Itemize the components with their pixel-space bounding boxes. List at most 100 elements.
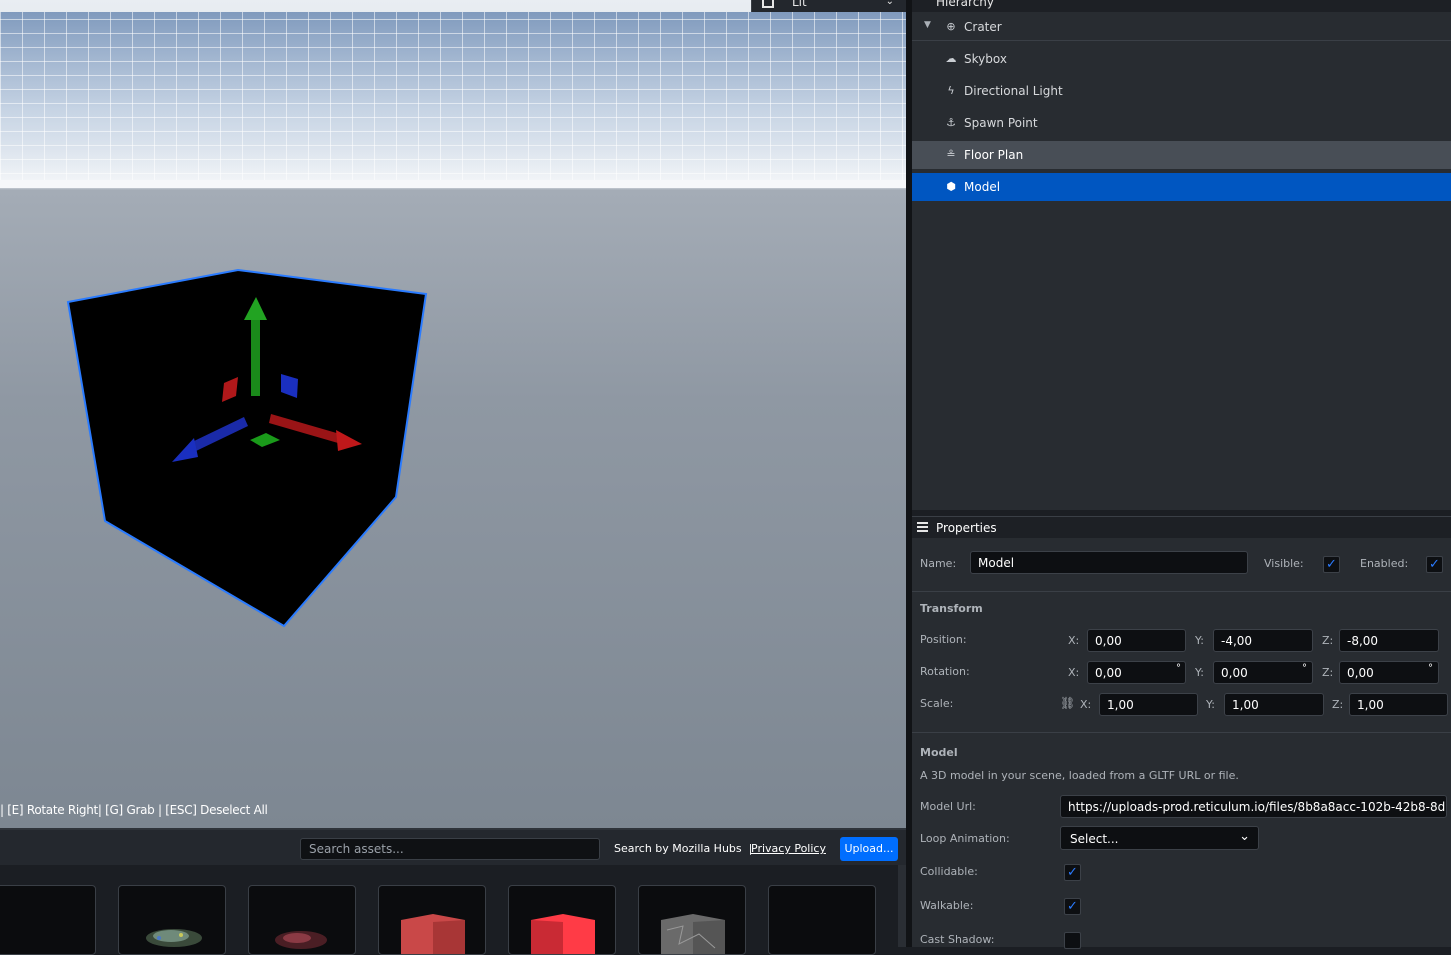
asset-thumbnail — [401, 914, 465, 954]
degree-symbol: ° — [1302, 663, 1307, 674]
hierarchy-item-label: Directional Light — [964, 84, 1063, 98]
model-url-input[interactable]: https://uploads-prod.reticulum.io/files/… — [1060, 795, 1447, 818]
hierarchy-item-label: Model — [964, 180, 1001, 194]
selected-cube[interactable] — [66, 268, 428, 628]
hierarchy-header: Hierarchy — [912, 0, 1451, 12]
asset-tile[interactable] — [378, 885, 486, 955]
rotation-x-input[interactable]: 0,00 — [1087, 661, 1186, 684]
axis-x-label: X: — [1068, 634, 1080, 647]
model-url-label: Model Url: — [920, 800, 976, 813]
divider — [912, 732, 1451, 733]
name-input[interactable]: Model — [970, 551, 1248, 574]
hierarchy-title: Hierarchy — [936, 0, 995, 9]
asset-tile[interactable] — [768, 885, 876, 955]
position-label: Position: — [920, 633, 967, 646]
assets-scrollbar[interactable] — [898, 865, 906, 947]
position-y-input[interactable]: -4,00 — [1213, 629, 1313, 652]
degree-symbol: ° — [1428, 663, 1433, 674]
horizon-band — [0, 180, 906, 188]
bolt-icon: ϟ — [947, 84, 955, 97]
asset-tile[interactable] — [248, 885, 356, 955]
axis-x-label: X: — [1068, 666, 1080, 679]
axis-z-label: Z: — [1322, 634, 1334, 647]
hierarchy-item-floor-plan[interactable]: ≗ Floor Plan — [912, 141, 1451, 169]
asset-tile[interactable] — [118, 885, 226, 955]
rotation-y-input[interactable]: 0,00 — [1213, 661, 1313, 684]
scale-x-input[interactable]: 1,00 — [1099, 693, 1198, 716]
asset-thumbnail — [146, 929, 202, 947]
collidable-checkbox[interactable]: ✓ — [1064, 864, 1081, 881]
axis-y-label: Y: — [1195, 634, 1204, 647]
hierarchy-item-crater[interactable]: ▼ ⊕ Crater — [912, 13, 1451, 41]
cloud-icon: ☁ — [945, 52, 957, 65]
visible-label: Visible: — [1264, 557, 1304, 570]
link-icon[interactable]: ⛓ — [1060, 696, 1075, 710]
assets-header: Search assets... Search by Mozilla Hubs … — [0, 828, 906, 865]
asset-tile[interactable] — [0, 885, 96, 955]
asset-tile[interactable] — [508, 885, 616, 955]
enabled-checkbox[interactable]: ✓ — [1426, 556, 1443, 573]
position-z-input[interactable]: -8,00 — [1339, 629, 1439, 652]
axis-z-label: Z: — [1322, 666, 1334, 679]
search-by-text: Search by Mozilla Hubs — [614, 842, 742, 855]
privacy-policy-link[interactable]: Privacy Policy — [751, 842, 826, 855]
render-mode-select[interactable]: Lit — [792, 0, 807, 9]
scene-viewport[interactable]: Lit ⌄ | [E] Rotate Right| [G] Grab | [ES… — [0, 0, 906, 828]
scale-y-input[interactable]: 1,00 — [1224, 693, 1324, 716]
hierarchy-item-skybox[interactable]: ☁ Skybox — [912, 45, 1451, 73]
shoe-prints-icon: ≗ — [946, 148, 956, 161]
hierarchy-item-label: Spawn Point — [964, 116, 1038, 130]
viewport-canvas[interactable] — [0, 0, 906, 828]
rotation-z-input[interactable]: 0,00 — [1339, 661, 1439, 684]
globe-icon: ⊕ — [946, 20, 956, 33]
loop-animation-value: Select... — [1070, 832, 1119, 846]
divider — [912, 591, 1451, 592]
properties-header: Properties — [912, 516, 1451, 538]
viewport-toolbar: Lit ⌄ — [751, 0, 906, 12]
model-section-title: Model — [920, 746, 958, 759]
asset-tile[interactable] — [638, 885, 746, 955]
model-description: A 3D model in your scene, loaded from a … — [920, 769, 1239, 782]
chevron-down-icon: ⌄ — [1239, 829, 1250, 844]
caret-down-icon[interactable]: ▼ — [924, 20, 931, 30]
cast-shadow-label: Cast Shadow: — [920, 933, 995, 946]
collidable-label: Collidable: — [920, 865, 978, 878]
shortcut-hint: | [E] Rotate Right| [G] Grab | [ESC] Des… — [0, 803, 268, 817]
properties-panel: Properties Name: Model Visible: ✓ Enable… — [912, 516, 1451, 949]
hierarchy-item-label: Floor Plan — [964, 148, 1024, 162]
street-view-icon: ⚓ — [946, 116, 956, 129]
loop-animation-select[interactable]: Select... ⌄ — [1060, 826, 1259, 850]
degree-symbol: ° — [1176, 663, 1181, 674]
hierarchy-item-spawn-point[interactable]: ⚓ Spawn Point — [912, 109, 1451, 137]
walkable-label: Walkable: — [920, 899, 974, 912]
visible-checkbox[interactable]: ✓ — [1323, 556, 1340, 573]
upload-button[interactable]: Upload... — [840, 837, 898, 861]
asset-thumbnail — [661, 914, 725, 954]
cast-shadow-checkbox[interactable] — [1064, 932, 1081, 949]
chevron-down-icon[interactable]: ⌄ — [886, 0, 894, 7]
scale-z-input[interactable]: 1,00 — [1349, 693, 1448, 716]
transform-title: Transform — [920, 602, 983, 615]
search-provider-label: Search by Mozilla Hubs | — [614, 842, 752, 855]
cube-icon: ⬢ — [946, 180, 956, 193]
hierarchy-item-model[interactable]: ⬢ Model — [912, 173, 1451, 201]
assets-panel: Search assets... Search by Mozilla Hubs … — [0, 828, 906, 955]
axis-y-label: Y: — [1195, 666, 1204, 679]
loop-animation-label: Loop Animation: — [920, 832, 1010, 845]
hierarchy-item-label: Skybox — [964, 52, 1007, 66]
rotation-label: Rotation: — [920, 665, 970, 678]
axis-x-label: X: — [1080, 698, 1092, 711]
position-x-input[interactable]: 0,00 — [1087, 629, 1186, 652]
asset-search-input[interactable]: Search assets... — [300, 838, 600, 860]
walkable-checkbox[interactable]: ✓ — [1064, 898, 1081, 915]
asset-thumbnail — [531, 914, 595, 954]
hierarchy-panel: Hierarchy ▼ ⊕ Crater ☁ Skybox ϟ Directio… — [912, 0, 1451, 510]
properties-title: Properties — [936, 521, 997, 535]
name-label: Name: — [920, 557, 957, 570]
axis-y-label: Y: — [1206, 698, 1215, 711]
render-mode-icon — [762, 0, 774, 8]
axis-z-label: Z: — [1332, 698, 1344, 711]
hierarchy-item-directional-light[interactable]: ϟ Directional Light — [912, 77, 1451, 105]
scale-label: Scale: — [920, 697, 954, 710]
enabled-label: Enabled: — [1360, 557, 1409, 570]
